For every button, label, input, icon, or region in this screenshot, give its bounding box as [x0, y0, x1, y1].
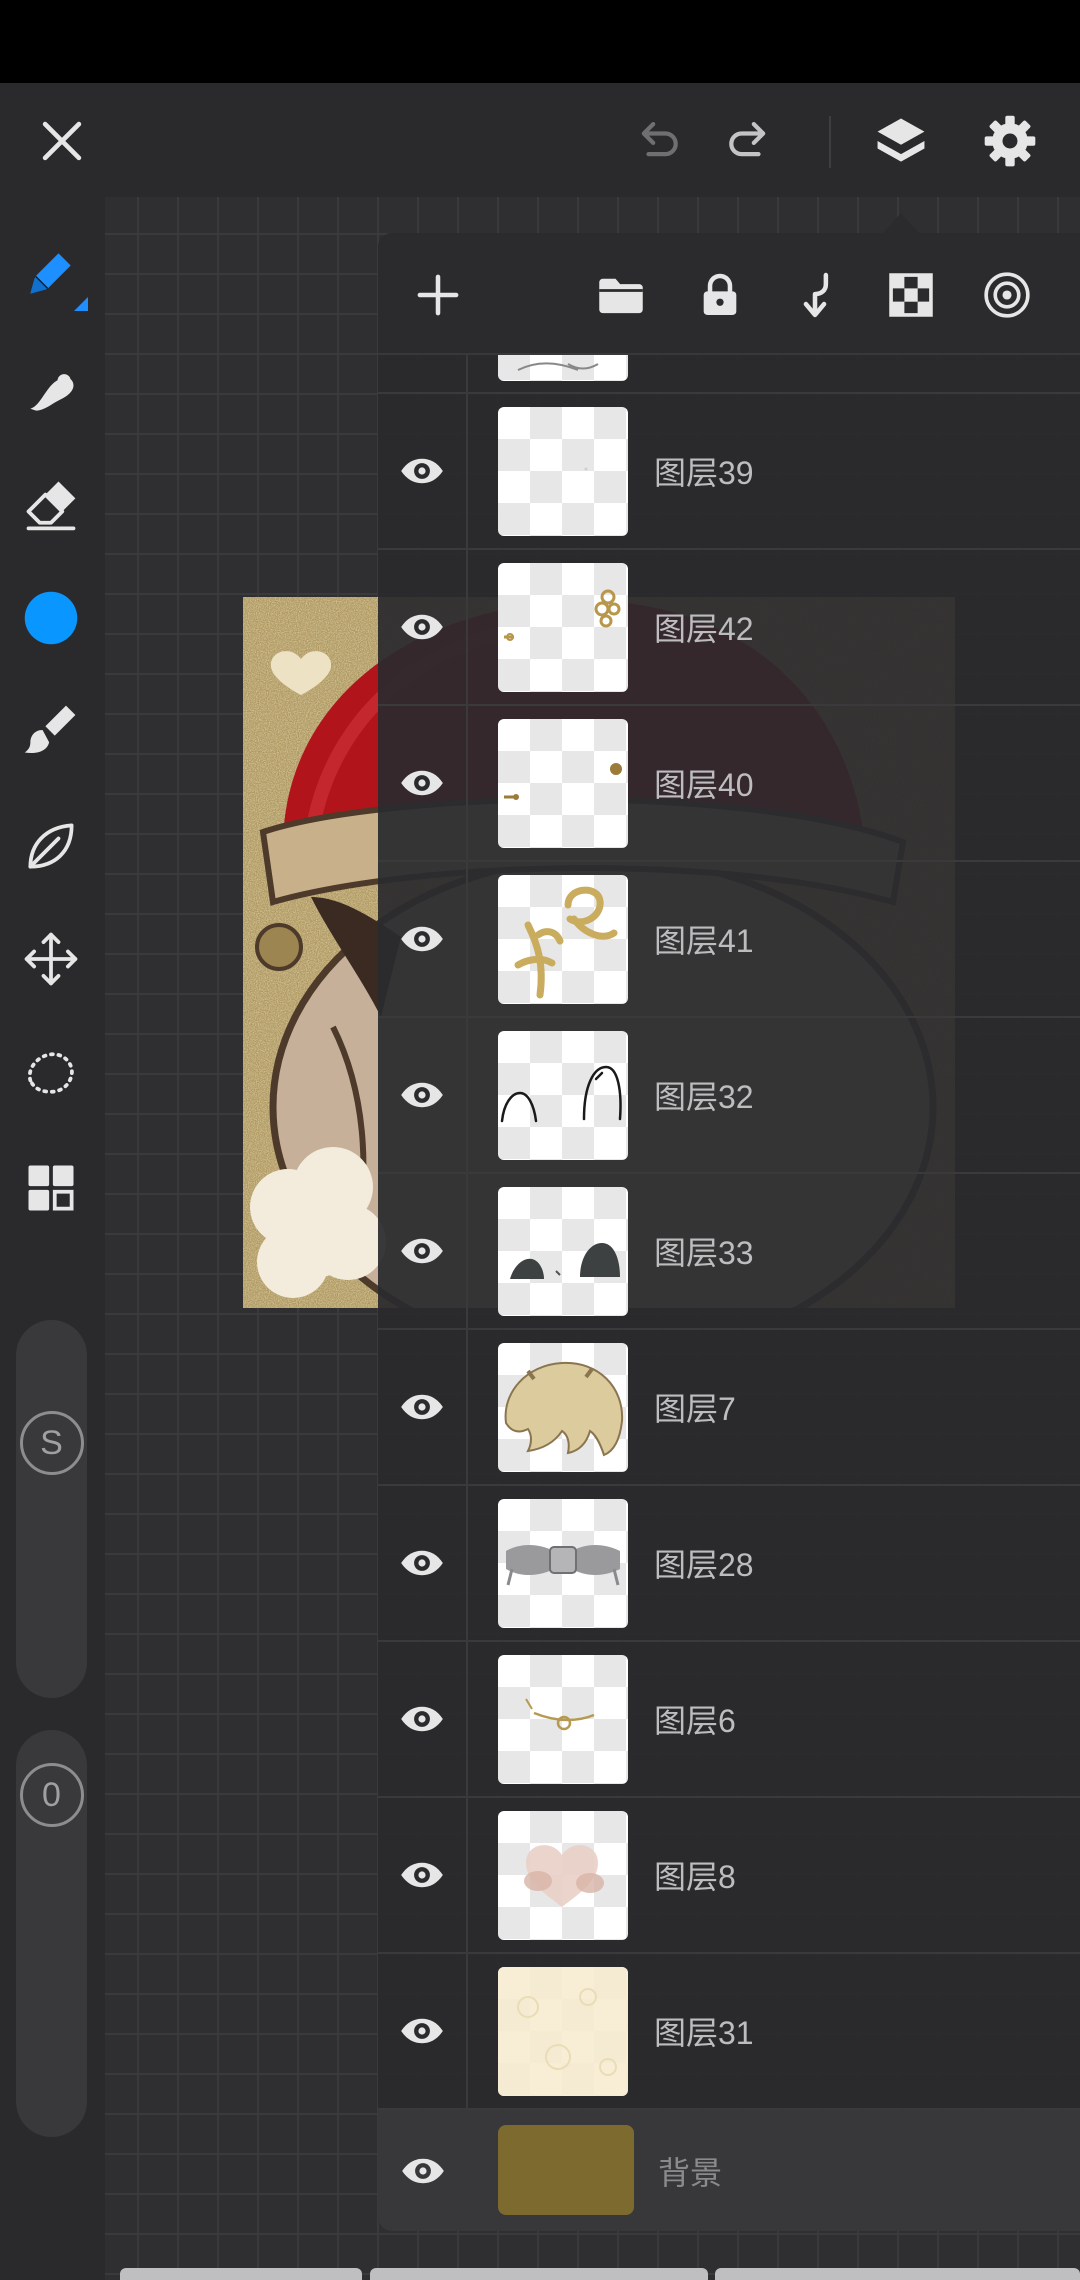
layer-row[interactable]: 图层40 — [378, 706, 1080, 862]
layer-thumbnail — [498, 719, 628, 848]
layers-panel-header — [378, 233, 1080, 355]
visibility-toggle[interactable] — [378, 2110, 468, 2231]
brush-size-slider[interactable]: S — [16, 1320, 87, 1698]
bottom-bar-segment — [715, 2268, 1080, 2280]
toolbar-divider — [829, 116, 831, 168]
layer-name: 图层40 — [654, 767, 754, 803]
background-layer-row[interactable]: 背景 — [378, 2110, 1080, 2231]
layer-row[interactable]: 图层31 — [378, 1954, 1080, 2110]
layer-name: 图层42 — [654, 611, 754, 647]
eraser-icon[interactable] — [15, 468, 87, 540]
layers-icon[interactable] — [865, 105, 937, 177]
target-icon[interactable] — [971, 259, 1043, 331]
layers-panel: 图层39 图层42 图层40 图层41 图层32 图层33 图层7 图层28 图… — [378, 233, 1080, 2231]
eye-icon — [401, 458, 443, 484]
eye-icon — [401, 614, 443, 640]
layer-name: 图层32 — [654, 1079, 754, 1115]
layer-row[interactable]: 图层33 — [378, 1174, 1080, 1330]
layer-thumbnail — [498, 1499, 628, 1628]
eye-icon — [401, 1082, 443, 1108]
pen-options-indicator — [74, 297, 88, 311]
layer-name: 图层8 — [654, 1859, 736, 1895]
eye-cell — [378, 355, 468, 392]
lasso-icon[interactable] — [15, 1037, 87, 1109]
layer-list[interactable]: 图层39 图层42 图层40 图层41 图层32 图层33 图层7 图层28 图… — [378, 355, 1080, 2231]
eye-icon — [402, 2158, 444, 2183]
layer-row[interactable]: 图层8 — [378, 1798, 1080, 1954]
visibility-toggle[interactable] — [378, 706, 468, 860]
eye-icon — [401, 1394, 443, 1420]
visibility-toggle[interactable] — [378, 1642, 468, 1796]
tool-sidebar: S 0 — [0, 197, 105, 2280]
visibility-toggle[interactable] — [378, 550, 468, 704]
lock-icon[interactable] — [684, 259, 756, 331]
layer-name: 图层33 — [654, 1235, 754, 1271]
visibility-toggle[interactable] — [378, 1954, 468, 2108]
layer-thumbnail — [498, 875, 628, 1004]
eye-icon — [401, 1706, 443, 1732]
eye-icon — [401, 770, 443, 796]
folder-icon[interactable] — [585, 259, 657, 331]
visibility-toggle[interactable] — [378, 1486, 468, 1640]
visibility-toggle[interactable] — [378, 862, 468, 1016]
status-bar — [0, 0, 1080, 83]
layer-name: 背景 — [658, 2154, 723, 2191]
leaf-icon[interactable] — [15, 810, 87, 882]
layer-name: 图层39 — [654, 455, 754, 491]
undo-icon[interactable] — [620, 105, 692, 177]
merge-down-icon[interactable] — [779, 259, 851, 331]
layer-row[interactable]: 图层39 — [378, 394, 1080, 550]
visibility-toggle[interactable] — [378, 1018, 468, 1172]
eye-icon — [401, 1238, 443, 1264]
color-swatch-icon[interactable] — [15, 582, 87, 654]
eye-icon — [401, 2018, 443, 2044]
layer-row[interactable]: 图层32 — [378, 1018, 1080, 1174]
layer-row-partial[interactable] — [378, 355, 1080, 394]
layer-row[interactable]: 图层28 — [378, 1486, 1080, 1642]
eye-icon — [401, 1550, 443, 1576]
layer-name: 图层31 — [654, 2015, 754, 2051]
brush-icon[interactable] — [15, 694, 87, 766]
top-toolbar — [0, 83, 1080, 197]
eye-icon — [401, 926, 443, 952]
checker-icon[interactable] — [875, 259, 947, 331]
layer-thumbnail — [498, 563, 628, 692]
grid-icon[interactable] — [15, 1152, 87, 1224]
gear-icon[interactable] — [974, 105, 1046, 177]
layer-row[interactable]: 图层6 — [378, 1642, 1080, 1798]
visibility-toggle[interactable] — [378, 394, 468, 548]
move-icon[interactable] — [15, 923, 87, 995]
smudge-icon[interactable] — [15, 354, 87, 426]
layer-row[interactable]: 图层41 — [378, 862, 1080, 1018]
layer-name: 图层7 — [654, 1391, 736, 1427]
opacity-slider[interactable]: 0 — [16, 1730, 87, 2137]
panel-pointer — [883, 213, 919, 233]
layer-name: 图层41 — [654, 923, 754, 959]
redo-icon[interactable] — [715, 105, 787, 177]
layer-thumbnail — [498, 1811, 628, 1940]
layer-row[interactable]: 图层7 — [378, 1330, 1080, 1486]
bottom-bar-segment — [370, 2268, 708, 2280]
layer-name: 图层28 — [654, 1547, 754, 1583]
layer-thumbnail — [498, 1655, 628, 1784]
layer-thumbnail — [498, 407, 628, 536]
layer-thumbnail — [498, 1031, 628, 1160]
background-color-swatch[interactable] — [498, 2125, 634, 2215]
layer-row[interactable]: 图层42 — [378, 550, 1080, 706]
layer-thumbnail — [498, 1187, 628, 1316]
visibility-toggle[interactable] — [378, 1174, 468, 1328]
layer-thumbnail — [498, 355, 628, 381]
visibility-toggle[interactable] — [378, 1798, 468, 1952]
layer-name: 图层6 — [654, 1703, 736, 1739]
visibility-toggle[interactable] — [378, 1330, 468, 1484]
add-icon[interactable] — [402, 259, 474, 331]
close-icon[interactable] — [26, 105, 98, 177]
layer-thumbnail — [498, 1343, 628, 1472]
size-slider-knob[interactable]: S — [19, 1411, 84, 1475]
eye-icon — [401, 1862, 443, 1888]
layer-thumbnail — [498, 1967, 628, 2096]
opacity-slider-knob[interactable]: 0 — [19, 1763, 84, 1827]
bottom-bar-segment — [120, 2268, 362, 2280]
